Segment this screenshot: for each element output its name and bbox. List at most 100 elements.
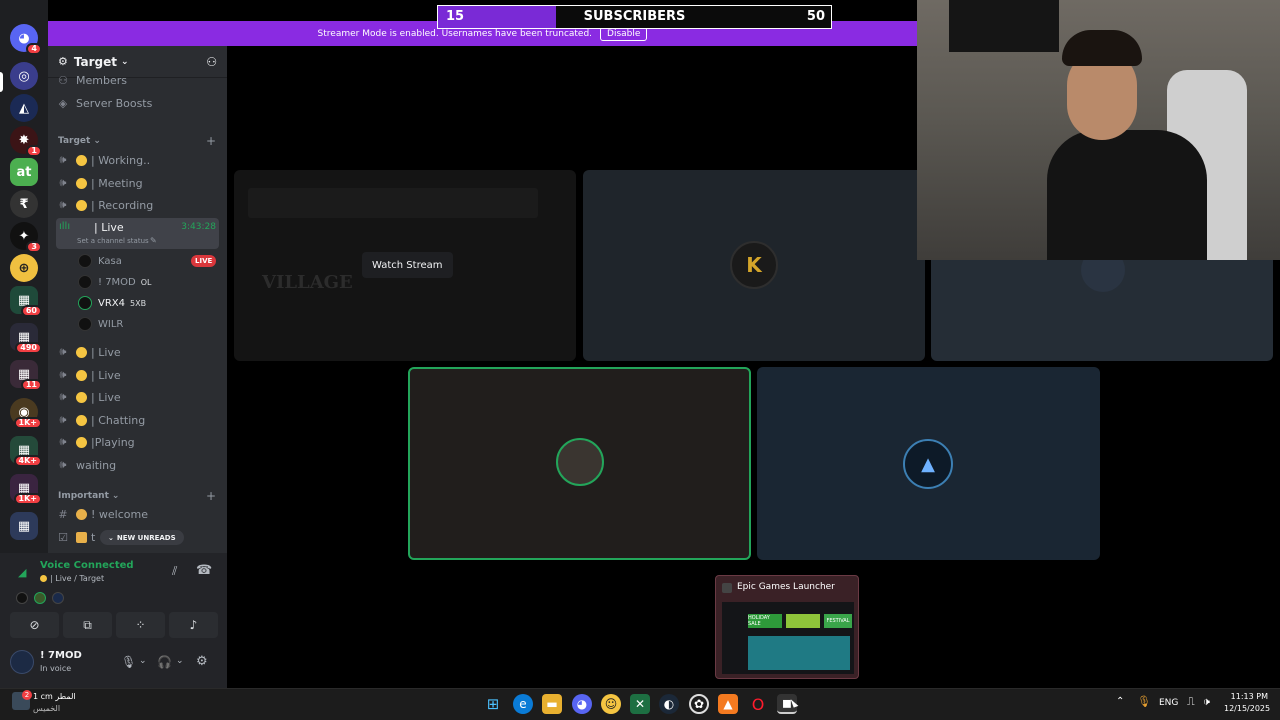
chevron-down-icon[interactable]: ⌄ — [176, 656, 184, 666]
channel-label: ! welcome — [91, 507, 148, 521]
emoji-icon — [76, 199, 87, 211]
voice-location-label: | Live / Target — [50, 574, 105, 583]
app-icon[interactable]: ☺ — [601, 694, 621, 714]
channel-meeting[interactable]: 🕪 | Meeting — [56, 173, 219, 193]
current-username[interactable]: ! 7MOD — [40, 650, 82, 661]
server-icon-folder-1[interactable]: ▦ 60 — [10, 286, 42, 317]
microphone-icon[interactable]: 🎙 — [121, 655, 136, 669]
chatgpt-icon[interactable]: ✿ — [689, 694, 709, 714]
channel-playing[interactable]: 🕪 |Playing — [56, 432, 219, 452]
discord-home-icon[interactable]: ◕ 4 — [10, 24, 42, 55]
popup-title: Epic Games Launcher — [737, 582, 835, 592]
channel-live-2[interactable]: 🕪 | Live — [56, 342, 219, 362]
server-icon-folder-2[interactable]: ▦ 490 — [10, 323, 42, 354]
voice-activity-icon: ıllı — [59, 221, 71, 232]
voice-user[interactable]: Kasa — [78, 252, 122, 270]
server-icon-5[interactable]: ₹ — [10, 190, 38, 218]
user-tag: OL — [140, 277, 152, 287]
language-indicator[interactable]: ENG — [1159, 698, 1178, 708]
clock-date[interactable]: 12/15/2025 — [1224, 704, 1270, 713]
voice-user[interactable]: VRX4 5XB — [78, 294, 146, 312]
app-icon-orange[interactable]: ▲ — [718, 694, 738, 714]
excel-icon[interactable]: ✕ — [630, 694, 650, 714]
server-icon-folder-6[interactable]: ▦ — [10, 512, 38, 540]
voice-tile[interactable]: K — [583, 170, 925, 361]
signal-icon: ◢ — [18, 566, 27, 579]
server-icon-folder-3[interactable]: ▦ 11 — [10, 360, 42, 391]
soundboard-icon[interactable]: ♪ — [169, 612, 218, 638]
emoji-icon — [76, 154, 87, 166]
gear-icon[interactable]: ⚙ — [196, 654, 208, 669]
server-icon-1[interactable]: ◎ — [10, 62, 38, 90]
microphone-icon[interactable]: 🎙 — [1137, 695, 1151, 708]
channel-label: | Recording — [91, 198, 154, 212]
channel-live-4[interactable]: 🕪 | Live — [56, 387, 219, 407]
server-boosts-link[interactable]: ◈ Server Boosts — [56, 93, 219, 113]
new-unreads-pill[interactable]: ⌄ NEW UNREADS — [100, 530, 184, 545]
chevron-down-icon[interactable]: ⌄ — [139, 656, 147, 666]
avatar[interactable] — [16, 592, 28, 604]
disconnect-icon[interactable]: ☎ — [196, 563, 212, 578]
voice-location[interactable]: | Live / Target — [40, 574, 104, 583]
channel-welcome[interactable]: # ! welcome — [56, 504, 219, 524]
watch-stream-button[interactable]: Watch Stream — [362, 252, 453, 278]
noise-suppression-icon[interactable]: ⫽ — [172, 564, 177, 579]
server-icon-11[interactable]: ◉ 1K+ — [10, 398, 42, 429]
weather-text[interactable]: 1 cm المطر — [33, 692, 76, 701]
voice-user[interactable]: WILR — [78, 315, 123, 333]
avatar[interactable] — [34, 592, 46, 604]
server-icon-folder-5[interactable]: ▦ 1K+ — [10, 474, 42, 505]
channel-working[interactable]: 🕪 | Working.. — [56, 150, 219, 170]
user-avatar[interactable] — [10, 650, 34, 674]
discord-icon[interactable]: ◕ — [572, 694, 592, 714]
category-important[interactable]: Important ⌄ — [58, 491, 119, 501]
channel-live-active[interactable]: ıllı | Live 3:43:28 Set a channel status… — [56, 218, 219, 249]
edge-icon[interactable]: e — [513, 694, 533, 714]
channel-live-3[interactable]: 🕪 | Live — [56, 365, 219, 385]
network-icon[interactable]: ⎍ — [1187, 695, 1195, 709]
clock-time[interactable]: 11:13 PM — [1224, 692, 1268, 701]
wall-tv — [949, 0, 1059, 52]
channel-recording[interactable]: 🕪 | Recording — [56, 195, 219, 215]
server-icon-folder-4[interactable]: ▦ 4K+ — [10, 436, 42, 467]
stream-tile-kasa[interactable]: VILLAGE Watch Stream — [234, 170, 576, 361]
server-icon-6[interactable]: ✦ 3 — [10, 222, 42, 253]
channel-label: | Live — [91, 368, 121, 382]
channel-status-text[interactable]: Set a channel status — [77, 237, 149, 245]
voice-tile[interactable]: ▲ — [757, 367, 1100, 560]
create-channel-icon[interactable]: + — [206, 134, 216, 148]
members-link[interactable]: ⚇ Members — [56, 70, 219, 90]
activities-icon[interactable]: ⁘ — [116, 612, 165, 638]
category-target-label: Target — [58, 136, 91, 146]
channel-chatting[interactable]: 🕪 | Chatting — [56, 410, 219, 430]
avatar — [78, 275, 92, 289]
voice-tile-speaking[interactable] — [408, 367, 751, 560]
screen-share-icon[interactable]: ⧉ — [63, 612, 112, 638]
voice-connected-label[interactable]: Voice Connected — [40, 560, 134, 571]
voice-user-name: Kasa — [98, 255, 122, 267]
server-icon-target[interactable]: at — [10, 158, 38, 186]
headphones-icon[interactable]: 🎧 — [157, 655, 172, 669]
taskbar-preview-popup[interactable]: Epic Games Launcher HOLIDAY SALE FESTIVA… — [715, 575, 859, 679]
create-channel-icon[interactable]: + — [206, 489, 216, 503]
add-member-icon[interactable]: ⚇ — [206, 55, 217, 69]
server-icon-3[interactable]: ✸ 1 — [10, 126, 42, 157]
channel-waiting[interactable]: 🕪 waiting — [56, 455, 219, 475]
edit-icon[interactable]: ✎ — [150, 236, 157, 245]
steam-icon[interactable]: ◐ — [659, 694, 679, 714]
speaker-icon: 🕪 — [59, 435, 67, 448]
avatar[interactable] — [52, 592, 64, 604]
file-explorer-icon[interactable]: ▬ — [542, 694, 562, 714]
opera-icon[interactable]: O — [748, 694, 768, 714]
chevron-up-icon[interactable]: ⌃ — [1116, 696, 1124, 707]
server-icon-7[interactable]: ⊕ — [10, 254, 38, 282]
avatar — [78, 317, 92, 331]
windows-start-icon[interactable]: ⊞ — [483, 694, 503, 714]
voice-user[interactable]: ! 7MOD OL — [78, 273, 152, 291]
volume-icon[interactable]: 🕩 — [1203, 695, 1210, 709]
category-target[interactable]: Target ⌄ — [58, 136, 101, 146]
voice-action-row: ⊘ ⧉ ⁘ ♪ — [10, 612, 218, 638]
channel-label: t — [91, 530, 96, 544]
camera-off-icon[interactable]: ⊘ — [10, 612, 59, 638]
server-icon-2[interactable]: ◭ — [10, 94, 38, 122]
